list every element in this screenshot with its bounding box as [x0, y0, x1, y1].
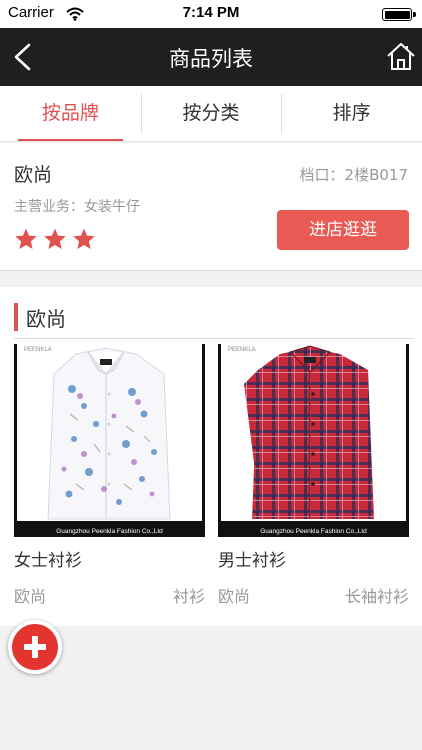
product-shop: 欧尚: [218, 587, 251, 606]
product-card[interactable]: PEENKLA Guangzhou Peenkla Fashion Co.,Lt…: [218, 344, 409, 606]
product-card[interactable]: PEENKLA Guangzhou Peenkla Fashion Co.,Lt…: [14, 344, 205, 606]
product-shop: 欧尚: [14, 587, 47, 606]
tab-sort[interactable]: 排序: [281, 86, 422, 141]
home-button[interactable]: [384, 40, 418, 74]
status-bar: Carrier 7:14 PM: [0, 0, 422, 28]
plus-icon: [12, 624, 58, 670]
clock: 7:14 PM: [182, 4, 240, 21]
brand-logo-text: PEENKLA: [228, 347, 256, 353]
star-icon: [73, 228, 95, 249]
star-icon: [44, 228, 66, 249]
product-name: 女士衬衫: [14, 551, 82, 571]
section-header: 欧尚: [14, 297, 414, 339]
shop-name: 欧尚: [14, 164, 53, 186]
shop-card: 欧尚 档口：2楼B017 主营业务：女装牛仔 进店逛逛: [0, 143, 422, 271]
section-accent-bar: [14, 303, 18, 331]
battery-icon: [382, 8, 416, 21]
page-title: 商品列表: [169, 47, 253, 71]
product-name: 男士衬衫: [218, 551, 286, 571]
brand-logo-text: PEENKLA: [24, 347, 52, 353]
shop-main-business: 主营业务：女装牛仔: [14, 199, 140, 215]
visit-shop-button[interactable]: 进店逛逛: [277, 210, 409, 250]
add-button[interactable]: [8, 620, 62, 674]
section-title: 欧尚: [26, 307, 66, 331]
plaid-shirt-image: [218, 344, 409, 537]
shop-rating: [14, 227, 96, 251]
home-icon: [387, 43, 415, 70]
shop-stall-number: 档口：2楼B017: [299, 166, 408, 184]
product-section: 欧尚 PEENKLA Guangzhou Peenkla Fashion Co.…: [0, 287, 422, 626]
photo-caption: Guangzhou Peenkla Fashion Co.,Ltd: [260, 528, 367, 535]
photo-caption: Guangzhou Peenkla Fashion Co.,Ltd: [56, 528, 163, 535]
product-image: PEENKLA Guangzhou Peenkla Fashion Co.,Lt…: [218, 344, 409, 537]
tab-by-brand[interactable]: 按品牌: [0, 86, 141, 141]
filter-tabs: 按品牌 按分类 排序: [0, 86, 422, 142]
tab-by-category[interactable]: 按分类: [140, 86, 282, 141]
star-icon: [15, 228, 37, 249]
product-image: PEENKLA Guangzhou Peenkla Fashion Co.,Lt…: [14, 344, 205, 537]
product-category: 衬衫: [172, 587, 205, 606]
product-category: 长袖衬衫: [344, 587, 409, 606]
floral-shirt-image: [14, 344, 205, 537]
nav-bar: 商品列表: [0, 28, 422, 86]
